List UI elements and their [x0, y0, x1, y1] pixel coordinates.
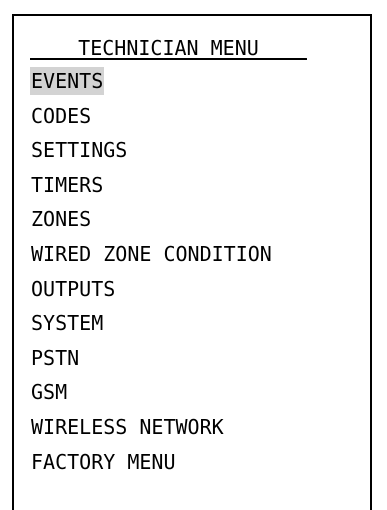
menu-item-label: WIRED ZONE CONDITION — [31, 241, 272, 266]
menu-item-zones[interactable]: ZONES — [30, 205, 273, 240]
menu-item-label: EVENTS — [30, 67, 105, 95]
menu-item-outputs[interactable]: OUTPUTS — [30, 275, 273, 310]
menu-item-label: OUTPUTS — [31, 276, 116, 301]
technician-menu-panel: TECHNICIAN MENU____ EVENTS CODES SETTING… — [12, 14, 372, 510]
menu-item-label: SETTINGS — [31, 138, 128, 163]
menu-item-label: SYSTEM — [31, 311, 104, 336]
menu-item-gsm[interactable]: GSM — [30, 378, 273, 413]
menu-item-factory-menu[interactable]: FACTORY MENU — [30, 448, 273, 483]
menu-item-system[interactable]: SYSTEM — [30, 309, 273, 344]
menu-item-settings[interactable]: SETTINGS — [30, 136, 273, 171]
menu-item-label: ZONES — [31, 207, 92, 232]
menu-item-label: WIRELESS NETWORK — [31, 414, 224, 439]
menu-item-codes[interactable]: CODES — [30, 102, 273, 137]
menu-item-pstn[interactable]: PSTN — [30, 344, 273, 379]
menu-item-label: GSM — [31, 380, 68, 405]
menu-item-events[interactable]: EVENTS — [30, 67, 273, 102]
menu-title: TECHNICIAN MENU____ — [30, 36, 307, 60]
menu-item-label: PSTN — [31, 345, 80, 370]
menu-item-label: FACTORY MENU — [31, 449, 176, 474]
menu-item-wireless-network[interactable]: WIRELESS NETWORK — [30, 413, 273, 448]
menu-item-wired-zone-condition[interactable]: WIRED ZONE CONDITION — [30, 240, 273, 275]
menu-list: EVENTS CODES SETTINGS TIMERS ZONES WIRED… — [30, 67, 273, 482]
menu-item-label: TIMERS — [31, 172, 104, 197]
menu-item-timers[interactable]: TIMERS — [30, 171, 273, 206]
menu-item-label: CODES — [31, 103, 92, 128]
